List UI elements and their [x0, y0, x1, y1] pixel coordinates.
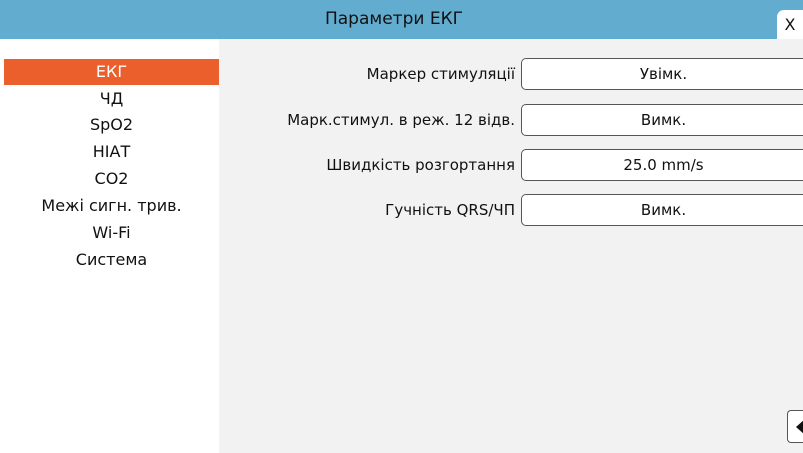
- sidebar-item-rr[interactable]: ЧД: [4, 86, 219, 112]
- window-title: Параметри ЕКГ: [324, 9, 464, 29]
- arrow-left-icon: [796, 420, 803, 434]
- ecg-settings-window: Параметри ЕКГ X ЕКГ ЧД SpO2 НІАТ CO2 Меж…: [0, 0, 803, 453]
- settings-panel: Маркер стимуляції Увімк. Марк.стимул. в …: [219, 39, 803, 453]
- qrs-volume-select[interactable]: Вимк.: [521, 194, 803, 226]
- pacer-marker-12-lead-select[interactable]: Вимк.: [521, 104, 803, 136]
- sweep-speed-select[interactable]: 25.0 mm/s: [521, 149, 803, 181]
- title-bar: Параметри ЕКГ: [0, 0, 803, 39]
- pacer-marker-12-lead-label: Марк.стимул. в реж. 12 відв.: [287, 111, 515, 129]
- sidebar-item-spo2[interactable]: SpO2: [4, 112, 219, 138]
- sidebar-item-wifi[interactable]: Wi-Fi: [4, 220, 219, 246]
- pacer-marker-select[interactable]: Увімк.: [521, 58, 803, 90]
- back-button[interactable]: [787, 410, 803, 443]
- sidebar-item-system[interactable]: Система: [4, 247, 219, 273]
- sidebar-item-alarm-limits[interactable]: Межі сигн. трив.: [4, 193, 219, 219]
- sidebar-item-nibp[interactable]: НІАТ: [4, 139, 219, 165]
- sweep-speed-label: Швидкість розгортання: [326, 156, 515, 174]
- sidebar-item-co2[interactable]: CO2: [4, 166, 219, 192]
- sidebar-item-ecg[interactable]: ЕКГ: [4, 59, 219, 85]
- qrs-volume-label: Гучність QRS/ЧП: [385, 201, 515, 219]
- close-icon: X: [784, 15, 796, 34]
- close-button[interactable]: X: [777, 10, 803, 39]
- sidebar: ЕКГ ЧД SpO2 НІАТ CO2 Межі сигн. трив. Wi…: [0, 39, 219, 453]
- pacer-marker-label: Маркер стимуляції: [366, 65, 515, 83]
